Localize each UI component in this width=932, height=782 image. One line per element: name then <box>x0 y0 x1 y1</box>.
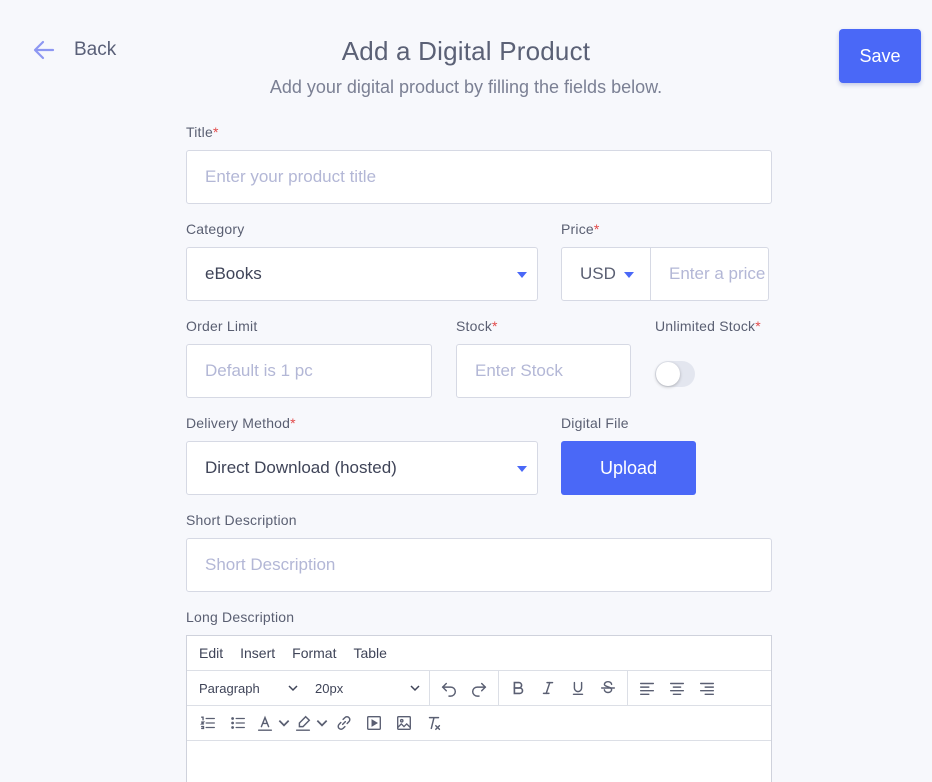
highlight-color-icon[interactable] <box>291 708 315 738</box>
format-group: Paragraph 20px <box>187 671 430 705</box>
page-title: Add a Digital Product <box>341 36 591 66</box>
clear-format-icon[interactable] <box>419 708 449 738</box>
menu-format[interactable]: Format <box>292 645 336 661</box>
image-icon[interactable] <box>389 708 419 738</box>
upload-button[interactable]: Upload <box>561 441 696 495</box>
redo-icon[interactable] <box>464 673 494 703</box>
delivery-method-label: Delivery Method* <box>186 415 296 431</box>
title-placeholder: Enter your product title <box>205 167 377 186</box>
undo-icon[interactable] <box>434 673 464 703</box>
currency-value: USD <box>580 264 616 283</box>
unlimited-stock-label: Unlimited Stock* <box>655 318 761 334</box>
editor-toolbar: Paragraph 20px <box>187 671 771 706</box>
toggle-knob <box>656 362 680 386</box>
category-label: Category <box>186 221 245 237</box>
bullet-list-icon[interactable] <box>223 708 253 738</box>
stock-input[interactable]: Enter Stock <box>456 344 631 398</box>
delivery-method-label-text: Delivery Method <box>186 415 291 431</box>
category-value: eBooks <box>205 264 262 283</box>
italic-icon[interactable] <box>533 673 563 703</box>
delivery-method-select[interactable]: Direct Download (hosted) <box>186 441 538 495</box>
link-icon[interactable] <box>329 708 359 738</box>
menu-edit[interactable]: Edit <box>199 645 223 661</box>
required-marker: * <box>755 318 761 334</box>
numbered-list-icon[interactable] <box>193 708 223 738</box>
history-group <box>430 671 499 705</box>
order-limit-placeholder: Default is 1 pc <box>205 361 313 380</box>
delivery-method-value: Direct Download (hosted) <box>205 458 397 477</box>
align-right-icon[interactable] <box>692 673 722 703</box>
chevron-down-icon[interactable] <box>277 708 291 738</box>
short-description-placeholder: Short Description <box>205 555 336 574</box>
required-marker: * <box>593 221 600 237</box>
underline-icon[interactable] <box>563 673 593 703</box>
unlimited-stock-toggle[interactable] <box>655 361 695 387</box>
block-format-select[interactable]: Paragraph <box>187 671 307 705</box>
short-description-label: Short Description <box>186 512 297 528</box>
media-icon[interactable] <box>359 708 389 738</box>
align-center-icon[interactable] <box>662 673 692 703</box>
short-description-input[interactable]: Short Description <box>186 538 772 592</box>
stock-label-text: Stock <box>456 318 493 334</box>
title-input[interactable]: Enter your product title <box>186 150 772 204</box>
required-marker: * <box>492 318 498 334</box>
menu-insert[interactable]: Insert <box>240 645 275 661</box>
rich-text-editor: Edit Insert Format Table Paragraph 20px <box>186 635 772 782</box>
menu-table[interactable]: Table <box>353 645 386 661</box>
font-size-value: 20px <box>315 680 344 696</box>
order-limit-label: Order Limit <box>186 318 258 334</box>
chevron-down-icon <box>410 685 420 692</box>
page-subtitle: Add your digital product by filling the … <box>269 77 663 97</box>
strikethrough-icon[interactable] <box>593 673 623 703</box>
text-color-icon[interactable] <box>253 708 277 738</box>
caret-down-icon <box>624 272 634 278</box>
editor-menubar: Edit Insert Format Table <box>187 636 771 671</box>
align-left-icon[interactable] <box>632 673 662 703</box>
title-label: Title* <box>186 124 219 140</box>
unlimited-stock-label-text: Unlimited Stock <box>655 318 756 334</box>
price-placeholder: Enter a price <box>669 264 766 283</box>
caret-down-icon <box>517 272 527 278</box>
caret-down-icon <box>517 466 527 472</box>
save-button[interactable]: Save <box>839 29 921 83</box>
stock-label: Stock* <box>456 318 498 334</box>
title-label-text: Title <box>186 124 213 140</box>
page-header: Add a Digital Product Add your digital p… <box>0 36 932 98</box>
required-marker: * <box>290 415 296 431</box>
category-select[interactable]: eBooks <box>186 247 538 301</box>
text-style-group <box>499 671 628 705</box>
editor-toolbar-secondary <box>187 706 771 741</box>
stock-placeholder: Enter Stock <box>475 361 563 380</box>
chevron-down-icon[interactable] <box>315 708 329 738</box>
chevron-down-icon <box>288 685 298 692</box>
align-group <box>628 671 726 705</box>
font-size-select[interactable]: 20px <box>307 671 429 705</box>
bold-icon[interactable] <box>503 673 533 703</box>
digital-file-label: Digital File <box>561 415 629 431</box>
price-input[interactable]: Enter a price <box>650 247 769 301</box>
required-marker: * <box>212 124 219 140</box>
long-description-label: Long Description <box>186 609 295 625</box>
price-label: Price* <box>561 221 600 237</box>
block-format-value: Paragraph <box>199 680 260 696</box>
price-label-text: Price <box>561 221 594 237</box>
currency-select[interactable]: USD <box>561 247 651 301</box>
order-limit-input[interactable]: Default is 1 pc <box>186 344 432 398</box>
